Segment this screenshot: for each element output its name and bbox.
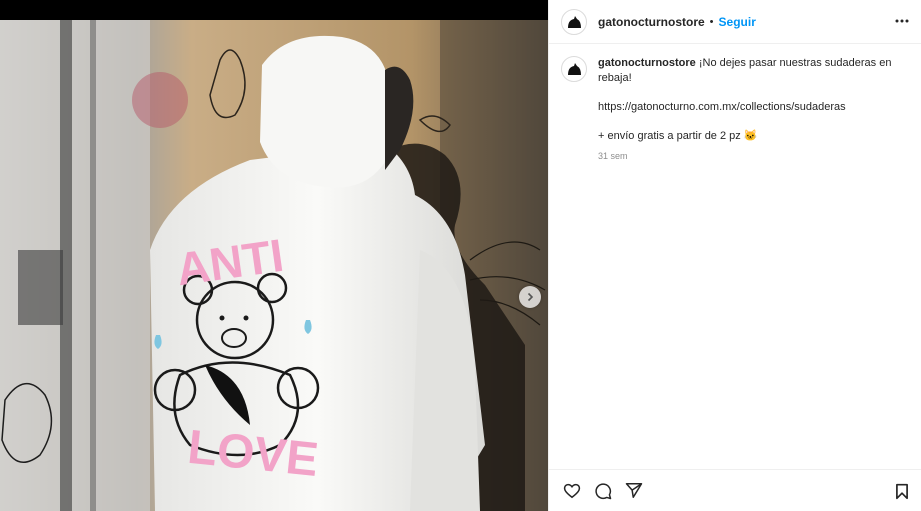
follow-button[interactable]: Seguir: [719, 15, 756, 29]
caption-link: https://gatonocturno.com.mx/collections/…: [598, 101, 846, 113]
caption-body: gatonocturnostore ¡No dejes pasar nuestr…: [598, 56, 898, 164]
save-button[interactable]: [892, 481, 912, 501]
caption-avatar[interactable]: [561, 56, 587, 82]
caption-username[interactable]: gatonocturnostore: [598, 57, 696, 69]
comment-icon: [595, 482, 612, 499]
next-image-button[interactable]: [519, 286, 541, 308]
send-icon: [625, 483, 643, 498]
cat-logo-icon: [568, 63, 581, 75]
post-photo[interactable]: ANTI LOVE: [0, 20, 548, 511]
separator-dot: •: [709, 15, 714, 28]
media-top-bar: [0, 0, 548, 20]
post-side-panel: gatonocturnostore • Seguir gatonocturnos…: [548, 0, 921, 511]
action-bar: [549, 469, 921, 511]
comment-button[interactable]: [592, 480, 614, 502]
post-caption: gatonocturnostore ¡No dejes pasar nuestr…: [561, 56, 909, 164]
more-options-button[interactable]: [894, 13, 910, 29]
share-button[interactable]: [623, 480, 645, 502]
post-media: ANTI LOVE: [0, 0, 548, 511]
post-timestamp[interactable]: 31 sem: [598, 149, 898, 164]
heart-icon: [563, 483, 581, 499]
caption-extra: + envío gratis a partir de 2 pz 🐱: [598, 130, 758, 142]
header-username[interactable]: gatonocturnostore: [598, 15, 705, 29]
avatar[interactable]: [561, 8, 587, 35]
more-horizontal-icon: [895, 19, 909, 23]
bookmark-icon: [896, 483, 908, 499]
like-button[interactable]: [561, 480, 583, 502]
post-header: gatonocturnostore • Seguir: [549, 0, 921, 44]
post-viewer: ANTI LOVE gatonocturnostore • Seguir gat…: [0, 0, 921, 511]
cat-logo-icon: [568, 15, 581, 28]
chevron-right-icon: [527, 292, 534, 302]
